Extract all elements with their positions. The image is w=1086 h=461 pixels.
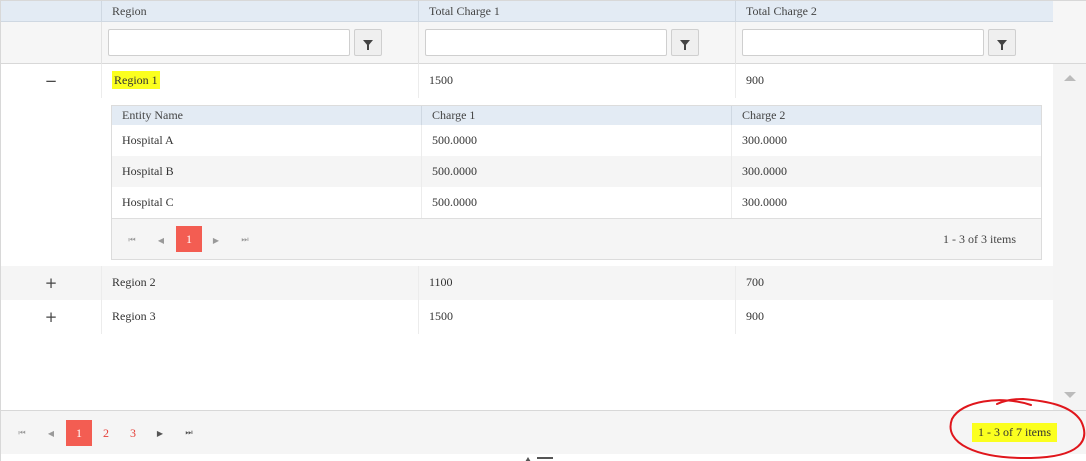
detail-table-row: Hospital A 500.0000 300.0000 xyxy=(112,125,1041,156)
detail-pager: ⏮ ◀ 1 ▶ ⏭ 1 - 3 of 3 items xyxy=(112,218,1041,259)
filter-icon xyxy=(680,39,690,50)
total-charge-2-cell: 700 xyxy=(735,266,1053,300)
charge-1-cell: 500.0000 xyxy=(421,187,731,218)
region-cell: Region 3 xyxy=(101,300,418,334)
charge-2-cell: 300.0000 xyxy=(731,156,1041,187)
total-charge-2-filter-button[interactable] xyxy=(988,29,1016,56)
pager-info: 1 - 3 of 7 items xyxy=(972,423,1057,442)
filter-cell-total-charge-1 xyxy=(418,22,735,64)
detail-pager-info: 1 - 3 of 3 items xyxy=(943,232,1016,246)
detail-column-header-entity-name[interactable]: Entity Name xyxy=(112,106,421,125)
current-page[interactable]: 1 xyxy=(66,420,92,446)
total-charge-1-filter-button[interactable] xyxy=(671,29,699,56)
entity-name-cell: Hospital A xyxy=(122,133,174,147)
detail-table-row: Hospital B 500.0000 300.0000 xyxy=(112,156,1041,187)
detail-column-header-charge-1[interactable]: Charge 1 xyxy=(421,106,731,125)
charge-1-cell: 500.0000 xyxy=(421,156,731,187)
expand-row-button[interactable]: + xyxy=(39,300,63,334)
filter-cell-total-charge-2 xyxy=(735,22,1053,64)
detail-table-row: Hospital C 500.0000 300.0000 xyxy=(112,187,1041,218)
column-header-total-charge-2[interactable]: Total Charge 2 xyxy=(735,1,1053,22)
total-charge-1-cell: 1100 xyxy=(418,266,735,300)
first-page-icon[interactable]: ⏮ xyxy=(15,426,29,440)
charge-2-cell: 300.0000 xyxy=(731,187,1041,218)
total-charge-1-cell: 1500 xyxy=(418,64,735,98)
total-charge-1-cell: 1500 xyxy=(418,300,735,334)
entity-name-cell: Hospital C xyxy=(122,195,174,209)
region-filter-input[interactable] xyxy=(108,29,350,56)
total-charge-2-filter-input[interactable] xyxy=(742,29,984,56)
table-row: − Region 1 1500 900 xyxy=(1,64,1053,98)
header-scroll-spacer xyxy=(1053,1,1086,22)
page-link-2[interactable]: 2 xyxy=(93,420,119,446)
column-header-total-charge-1[interactable]: Total Charge 1 xyxy=(418,1,735,22)
detail-grid: Entity Name Charge 1 Charge 2 Hospital A… xyxy=(111,105,1042,260)
grid-body: − Region 1 1500 900 Entity Name Charge 1… xyxy=(1,64,1053,410)
grid-header: Region Total Charge 1 Total Charge 2 xyxy=(1,1,1053,22)
detail-column-header-charge-2[interactable]: Charge 2 xyxy=(731,106,1041,125)
previous-page-icon[interactable]: ◀ xyxy=(154,233,168,247)
filter-icon xyxy=(363,39,373,50)
next-page-icon[interactable]: ▶ xyxy=(209,233,223,247)
filter-cell-region xyxy=(101,22,418,64)
page-link-3[interactable]: 3 xyxy=(120,420,146,446)
column-header-region[interactable]: Region xyxy=(101,1,418,22)
filter-row xyxy=(1,22,1086,64)
total-charge-2-cell: 900 xyxy=(735,64,1053,98)
last-page-icon[interactable]: ⏭ xyxy=(238,233,252,247)
first-page-icon[interactable]: ⏮ xyxy=(125,233,139,247)
last-page-icon[interactable]: ⏭ xyxy=(182,426,196,440)
scroll-up-icon[interactable] xyxy=(1064,75,1076,81)
collapse-row-button[interactable]: − xyxy=(39,64,63,98)
entity-name-cell: Hospital B xyxy=(122,164,174,178)
detail-grid-header: Entity Name Charge 1 Charge 2 xyxy=(112,106,1041,125)
filter-icon xyxy=(997,39,1007,50)
scroll-down-icon[interactable] xyxy=(1064,392,1076,398)
region-filter-button[interactable] xyxy=(354,29,382,56)
grid-pager: ⏮ ◀ 1 2 3 ▶ ⏭ 1 - 3 of 7 items xyxy=(1,410,1086,454)
total-charge-1-filter-input[interactable] xyxy=(425,29,667,56)
next-page-icon[interactable]: ▶ xyxy=(153,426,167,440)
region-cell: Region 1 xyxy=(101,64,418,98)
detail-current-page[interactable]: 1 xyxy=(176,226,202,252)
table-row: + Region 2 1100 700 xyxy=(1,266,1053,300)
charge-2-cell: 300.0000 xyxy=(731,125,1041,156)
previous-page-icon[interactable]: ◀ xyxy=(44,426,58,440)
region-name: Region 1 xyxy=(112,71,160,89)
total-charge-2-cell: 900 xyxy=(735,300,1053,334)
vertical-scrollbar[interactable] xyxy=(1053,64,1086,410)
expand-row-button[interactable]: + xyxy=(39,266,63,300)
region-cell: Region 2 xyxy=(101,266,418,300)
table-row: + Region 3 1500 900 xyxy=(1,300,1053,334)
resize-handle-icon[interactable] xyxy=(525,456,555,461)
charge-1-cell: 500.0000 xyxy=(421,125,731,156)
master-grid: Region Total Charge 1 Total Charge 2 − R… xyxy=(0,0,1086,461)
